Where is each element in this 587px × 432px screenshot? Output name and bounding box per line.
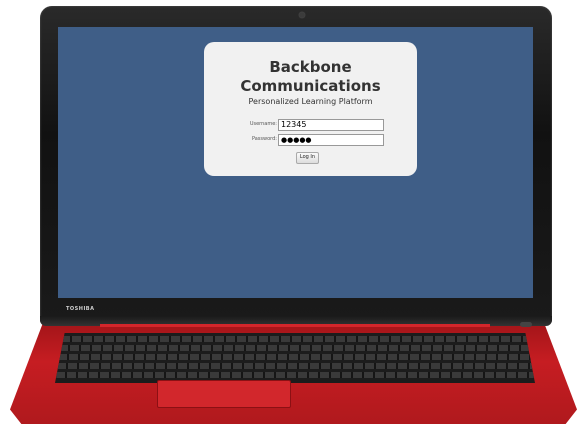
app-title-line1: Backbone xyxy=(269,58,352,76)
power-button xyxy=(520,322,532,327)
password-row: Password: ●●●●● xyxy=(204,134,417,146)
brand-logo: TOSHIBA xyxy=(66,306,95,312)
key-row xyxy=(59,345,531,351)
touchpad xyxy=(157,380,291,408)
key-row xyxy=(57,363,533,369)
username-label: Username: xyxy=(249,121,277,127)
app-title-line2: Communications xyxy=(240,77,381,95)
key-row xyxy=(58,354,532,360)
username-row: Username: 12345 xyxy=(204,119,417,131)
key-row xyxy=(61,336,529,342)
username-input[interactable]: 12345 xyxy=(278,119,384,131)
password-input[interactable]: ●●●●● xyxy=(278,134,384,146)
keyboard xyxy=(55,333,535,383)
key-row xyxy=(56,372,534,378)
laptop-screen: Backbone Communications Personalized Lea… xyxy=(58,27,533,298)
laptop-device: Backbone Communications Personalized Lea… xyxy=(0,0,587,432)
login-button[interactable]: Log In xyxy=(296,152,319,164)
speaker-strip xyxy=(100,324,490,327)
password-label: Password: xyxy=(251,136,277,142)
webcam-icon xyxy=(299,12,305,18)
login-card: Backbone Communications Personalized Lea… xyxy=(204,42,417,176)
app-subtitle: Personalized Learning Platform xyxy=(248,97,373,106)
app-title: Backbone Communications xyxy=(204,58,417,96)
